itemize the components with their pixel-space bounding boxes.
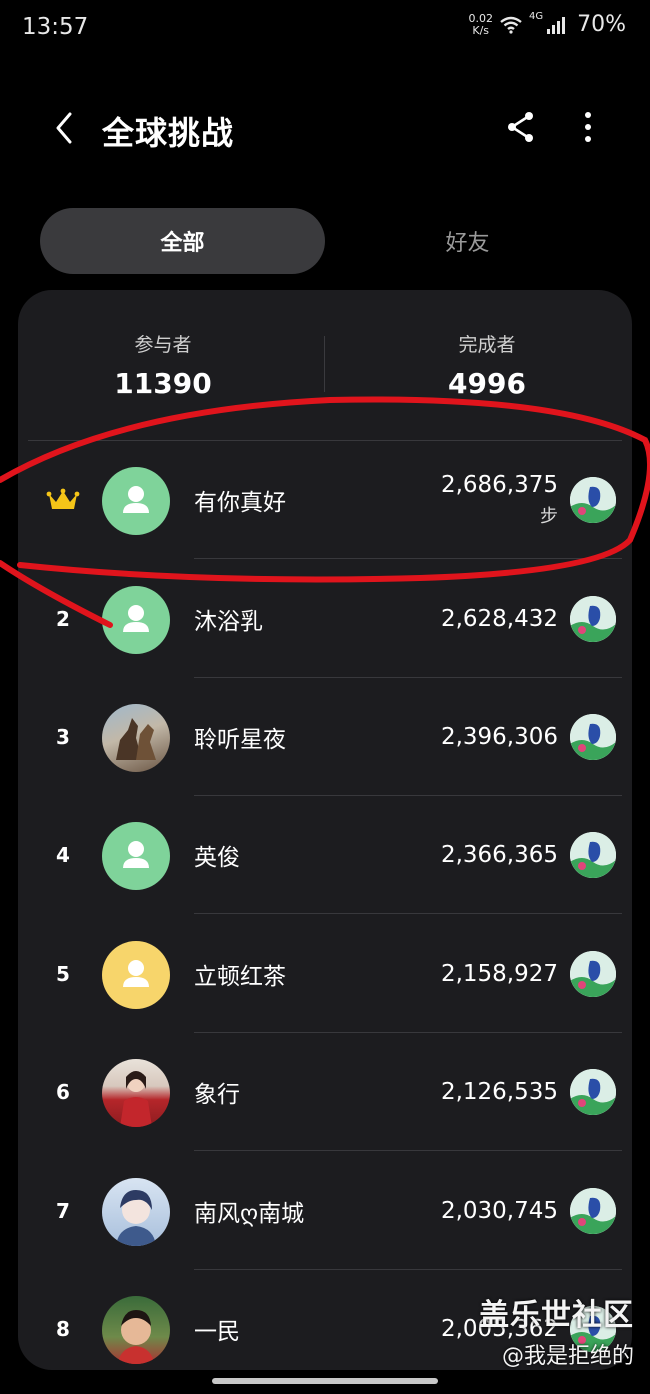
leaderboard-row-7[interactable]: 7 南风ღ南城 2,030,745: [18, 1152, 632, 1270]
leaderboard-row-5[interactable]: 5 立顿红茶 2,158,927: [18, 915, 632, 1033]
home-indicator[interactable]: [212, 1378, 438, 1384]
step-count: 2,030,745: [440, 1198, 558, 1224]
default-user-icon: [123, 841, 149, 868]
finishers-stat: 完成者 4996: [342, 330, 632, 400]
user-name: 立顿红茶: [194, 964, 286, 990]
avatar[interactable]: [102, 1059, 170, 1127]
rank-number: 5: [56, 962, 70, 986]
horse-photo-icon: [116, 718, 156, 760]
step-count: 2,686,375 步: [440, 472, 558, 527]
step-count: 2,628,432: [440, 606, 558, 632]
rank-number: 4: [56, 843, 70, 867]
status-time: 13:57: [22, 14, 89, 40]
rank-number: 6: [56, 1080, 70, 1104]
participants-stat: 参与者 11390: [18, 330, 308, 400]
avatar[interactable]: [102, 941, 170, 1009]
step-count: 2,396,306: [440, 724, 558, 750]
battery-level: 70%: [577, 12, 626, 37]
status-bar: 13:57 0.02 K/s 4G 70%: [0, 0, 650, 56]
leaderboard-card: 参与者 11390 完成者 4996 有你真好 2,686,375 步 2 沐浴…: [18, 290, 632, 1370]
page-title: 全球挑战: [102, 114, 235, 152]
stats-divider: [324, 336, 325, 392]
step-count: 2,366,365: [440, 842, 558, 868]
participants-value: 11390: [114, 367, 212, 400]
rank-number: 7: [56, 1199, 70, 1223]
back-button[interactable]: [44, 106, 84, 150]
child-photo-icon: [118, 1310, 154, 1364]
user-name: 象行: [194, 1082, 240, 1108]
leaderboard-row-1[interactable]: 有你真好 2,686,375 步: [18, 441, 632, 559]
challenge-badge-icon: [570, 951, 616, 997]
user-name: 南风ღ南城: [194, 1201, 305, 1227]
watermark-title: 盖乐世社区: [479, 1298, 634, 1333]
user-name: 聆听星夜: [194, 727, 286, 753]
rank-number: 3: [56, 725, 70, 749]
more-vert-icon: [585, 112, 591, 142]
tab-all[interactable]: 全部: [40, 208, 325, 274]
leaderboard-row-6[interactable]: 6 象行 2,126,535: [18, 1033, 632, 1151]
leaderboard-row-2[interactable]: 2 沐浴乳 2,628,432: [18, 560, 632, 678]
network-type: 4G: [528, 11, 544, 22]
challenge-stats: 参与者 11390 完成者 4996: [18, 290, 632, 440]
default-user-icon: [123, 605, 149, 632]
step-unit: 步: [540, 506, 558, 527]
challenge-badge-icon: [570, 1069, 616, 1115]
rank-number: 2: [56, 607, 70, 631]
default-user-icon: [123, 486, 149, 513]
challenge-badge-icon: [570, 1188, 616, 1234]
share-button[interactable]: [500, 106, 544, 150]
challenge-badge-icon: [570, 596, 616, 642]
challenge-badge-icon: [570, 832, 616, 878]
user-name: 沐浴乳: [194, 609, 263, 635]
person-photo-icon: [120, 1071, 152, 1127]
step-count: 2,158,927: [440, 961, 558, 987]
user-name: 一民: [194, 1319, 240, 1345]
back-arrow-icon: [56, 112, 72, 144]
user-name: 有你真好: [194, 490, 286, 516]
avatar[interactable]: [102, 586, 170, 654]
row-separator: [194, 913, 622, 914]
more-options-button[interactable]: [568, 106, 608, 150]
status-icons: 0.02 K/s 4G 70%: [468, 11, 626, 37]
step-count: 2,126,535: [440, 1079, 558, 1105]
default-user-icon: [123, 960, 149, 987]
avatar[interactable]: [102, 822, 170, 890]
participants-label: 参与者: [134, 334, 192, 356]
finishers-label: 完成者: [458, 334, 516, 356]
avatar[interactable]: [102, 704, 170, 772]
avatar[interactable]: [102, 1296, 170, 1364]
wifi-icon: [500, 16, 522, 34]
watermark: 盖乐世社区 @我是拒绝的: [479, 1290, 634, 1370]
share-icon: [508, 112, 533, 142]
filter-tabs: 全部 好友: [40, 208, 610, 274]
crown-icon: [46, 441, 80, 559]
row-separator: [194, 1150, 622, 1151]
challenge-badge-icon: [570, 477, 616, 523]
user-name: 英俊: [194, 845, 240, 871]
challenge-badge-icon: [570, 714, 616, 760]
rank-number: 8: [56, 1317, 70, 1341]
avatar[interactable]: [102, 467, 170, 535]
anime-avatar-icon: [116, 1190, 156, 1246]
leaderboard-row-3[interactable]: 3 聆听星夜 2,396,306: [18, 678, 632, 796]
finishers-value: 4996: [448, 367, 526, 400]
row-separator: [194, 558, 622, 559]
tab-friends[interactable]: 好友: [325, 208, 610, 274]
leaderboard-row-4[interactable]: 4 英俊 2,366,365: [18, 796, 632, 914]
watermark-author: @我是拒绝的: [501, 1344, 634, 1369]
app-header: 全球挑战: [0, 96, 650, 160]
avatar[interactable]: [102, 1178, 170, 1246]
signal-icon: [547, 16, 566, 34]
net-speed: 0.02 K/s: [468, 11, 493, 37]
